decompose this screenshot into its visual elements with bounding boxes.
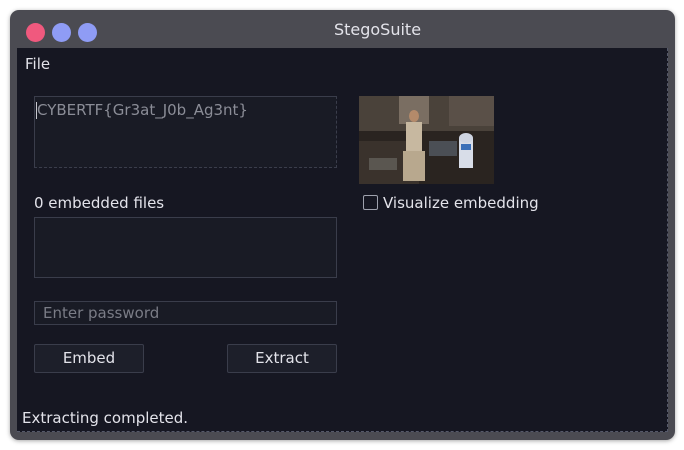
title-bar[interactable]: StegoSuite (10, 10, 675, 48)
password-placeholder: Enter password (43, 304, 160, 322)
window-title: StegoSuite (333, 20, 422, 39)
embedded-files-list[interactable] (34, 217, 337, 278)
embedded-files-label: 0 embedded files (34, 194, 165, 212)
extract-button[interactable]: Extract (227, 344, 337, 373)
main-panel: File CYBERTF{Gr3at_J0b_Ag3nt} 0 embedded… (17, 48, 668, 432)
message-text: CYBERTF{Gr3at_J0b_Ag3nt} (37, 101, 248, 119)
message-textarea[interactable]: CYBERTF{Gr3at_J0b_Ag3nt} (34, 96, 337, 168)
menu-file[interactable]: File (25, 55, 50, 73)
preview-image (359, 96, 494, 184)
password-field[interactable]: Enter password (34, 301, 337, 325)
image-preview (359, 96, 494, 184)
visualize-embedding-checkbox[interactable] (363, 195, 378, 210)
embed-button[interactable]: Embed (34, 344, 144, 373)
status-bar-text: Extracting completed. (22, 409, 189, 427)
visualize-embedding-label: Visualize embedding (383, 194, 539, 212)
app-window: StegoSuite File CYBERTF{Gr3at_J0b_Ag3nt}… (10, 10, 675, 440)
